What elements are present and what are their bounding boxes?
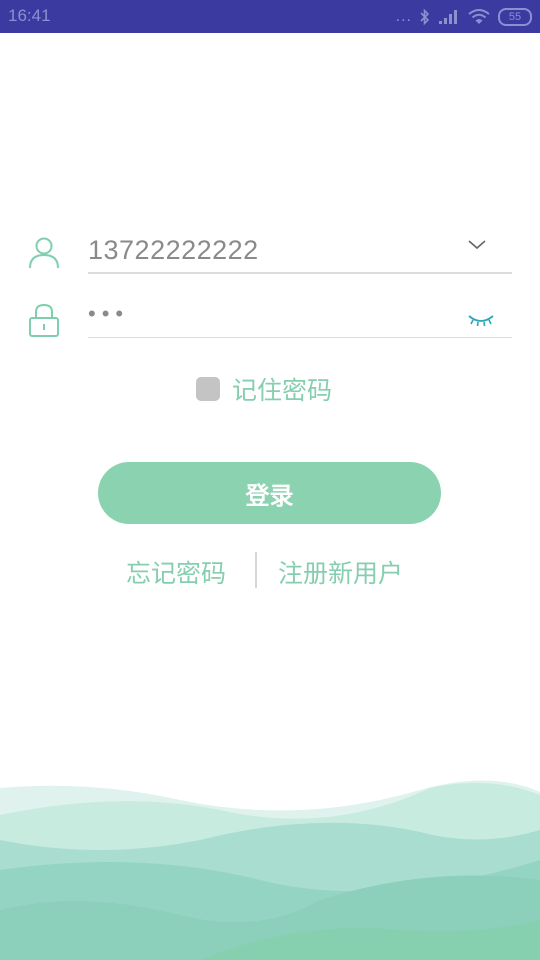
password-input[interactable]	[88, 296, 512, 332]
battery-icon: 55	[498, 8, 532, 26]
wifi-icon	[468, 9, 490, 24]
login-button[interactable]: 登录	[98, 462, 441, 524]
wave-decoration	[0, 780, 540, 960]
bluetooth-icon	[420, 8, 430, 26]
status-time: 16:41	[8, 6, 51, 25]
remember-label: 记住密码	[232, 376, 333, 405]
eye-closed-icon[interactable]	[466, 312, 496, 328]
login-screen: 16:41 ... 55 13722222222 ••• 记住密码 登录 忘记密…	[0, 0, 540, 960]
status-bar: 16:41 ... 55	[0, 0, 540, 33]
password-underline	[88, 337, 512, 338]
link-divider	[255, 552, 257, 588]
username-input[interactable]	[88, 232, 512, 268]
status-icons: ... 55	[396, 6, 532, 28]
status-dots: ...	[395, 8, 412, 25]
username-row	[0, 226, 540, 276]
register-link[interactable]: 注册新用户	[278, 554, 403, 590]
auth-links: 忘记密码 注册新用户	[0, 550, 540, 590]
password-row	[0, 294, 540, 340]
remember-checkbox[interactable]	[196, 377, 220, 401]
forgot-password-link[interactable]: 忘记密码	[126, 554, 226, 590]
remember-password[interactable]: 记住密码	[196, 372, 332, 406]
username-underline	[88, 272, 512, 274]
user-icon	[29, 237, 59, 269]
signal-icon	[439, 10, 457, 24]
lock-icon	[29, 303, 59, 337]
chevron-down-icon[interactable]	[466, 238, 488, 252]
